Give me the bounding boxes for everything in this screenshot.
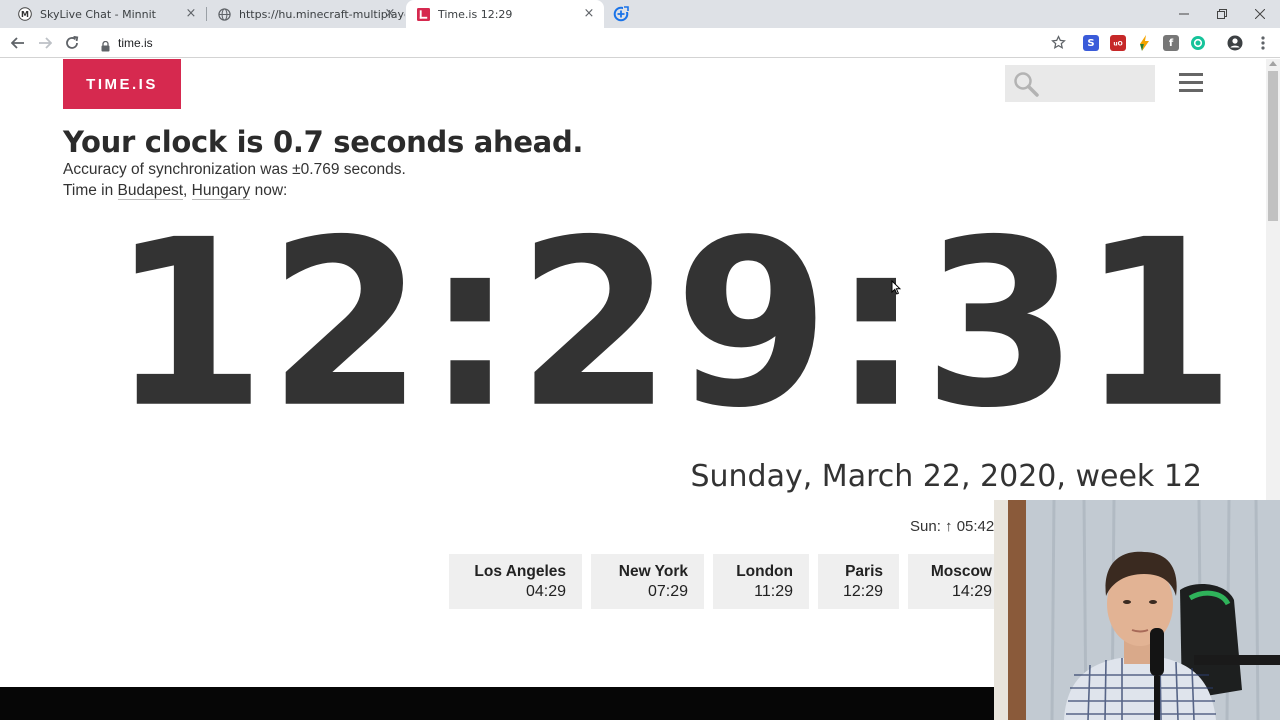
city-tile-london[interactable]: London 11:29	[713, 554, 809, 609]
webcam-person-image	[994, 500, 1280, 720]
clock-offset-headline: Your clock is 0.7 seconds ahead.	[63, 125, 584, 159]
restore-icon[interactable]	[1203, 0, 1241, 28]
address-bar[interactable]: time.is	[92, 31, 1074, 55]
location-prefix: Time in	[63, 182, 118, 199]
s-extension-icon[interactable]: S	[1083, 35, 1099, 51]
tab-minecraft-multiplayer[interactable]: https://hu.minecraft-multiplayer. ×	[207, 0, 405, 28]
new-tab-icon[interactable]	[612, 5, 630, 23]
minnit-favicon-icon: M	[18, 7, 32, 21]
browser-menu-icon[interactable]	[1255, 35, 1271, 51]
sync-accuracy-text: Accuracy of synchronization was ±0.769 s…	[63, 161, 406, 178]
profile-avatar-icon[interactable]	[1227, 35, 1243, 51]
bookmark-star-icon[interactable]	[1051, 35, 1066, 54]
city-name: London	[736, 563, 793, 580]
city-tile-paris[interactable]: Paris 12:29	[818, 554, 899, 609]
tab-title: SkyLive Chat - Minnit	[40, 7, 156, 21]
scroll-up-icon[interactable]	[1269, 61, 1277, 66]
forward-icon[interactable]	[35, 33, 55, 53]
close-window-icon[interactable]	[1241, 0, 1279, 28]
logo-text: TIME.IS	[86, 75, 158, 93]
colorful-extension-icon[interactable]	[1136, 35, 1152, 51]
city-time: 14:29	[951, 583, 992, 600]
main-clock: 12:29:31	[110, 189, 1238, 459]
svg-text:M: M	[21, 10, 29, 19]
back-icon[interactable]	[8, 33, 28, 53]
svg-text:uO: uO	[1113, 41, 1122, 48]
url-text: time.is	[118, 36, 153, 50]
city-name: Los Angeles	[474, 563, 566, 580]
scrollbar-thumb[interactable]	[1268, 71, 1278, 221]
minimize-icon[interactable]	[1165, 0, 1203, 28]
city-time: 04:29	[525, 583, 566, 600]
ublock-extension-icon[interactable]: uO	[1110, 35, 1126, 51]
search-icon	[1013, 71, 1039, 101]
city-name: Moscow	[930, 563, 992, 580]
city-tile-new-york[interactable]: New York 07:29	[591, 554, 704, 609]
site-logo[interactable]: TIME.IS	[63, 59, 181, 109]
globe-icon	[217, 7, 231, 21]
browser-toolbar: time.is S uO f	[0, 28, 1280, 58]
tab-skylive-chat[interactable]: M SkyLive Chat - Minnit ×	[8, 0, 206, 28]
city-time: 07:29	[647, 583, 688, 600]
mouse-cursor-icon	[891, 279, 902, 299]
city-tile-los-angeles[interactable]: Los Angeles 04:29	[449, 554, 582, 609]
time-is-favicon-icon	[416, 7, 430, 21]
tab-title: https://hu.minecraft-multiplayer.	[239, 7, 405, 21]
city-name: Paris	[845, 563, 883, 580]
lock-icon	[101, 37, 110, 56]
close-tab-icon[interactable]: ×	[582, 7, 596, 21]
sunrise-info: Sun: ↑ 05:42	[910, 518, 995, 535]
webcam-overlay	[994, 500, 1280, 720]
tab-strip: M SkyLive Chat - Minnit × https://hu.min…	[0, 0, 1280, 28]
tab-title: Time.is 12:29	[438, 7, 513, 21]
city-tile-moscow[interactable]: Moscow 14:29	[908, 554, 1008, 609]
city-time: 11:29	[754, 583, 793, 600]
tab-time-is[interactable]: Time.is 12:29 ×	[406, 0, 604, 28]
current-date: Sunday, March 22, 2020, week 12	[690, 459, 1202, 494]
close-tab-icon[interactable]: ×	[383, 7, 397, 21]
search-input[interactable]	[1005, 65, 1155, 102]
city-time: 12:29	[842, 583, 883, 600]
grammarly-extension-icon[interactable]	[1190, 35, 1206, 51]
close-tab-icon[interactable]: ×	[184, 7, 198, 21]
hamburger-menu-icon[interactable]	[1179, 73, 1203, 95]
city-name: New York	[618, 563, 688, 580]
facebook-extension-icon[interactable]: f	[1163, 35, 1179, 51]
reload-icon[interactable]	[62, 33, 82, 53]
